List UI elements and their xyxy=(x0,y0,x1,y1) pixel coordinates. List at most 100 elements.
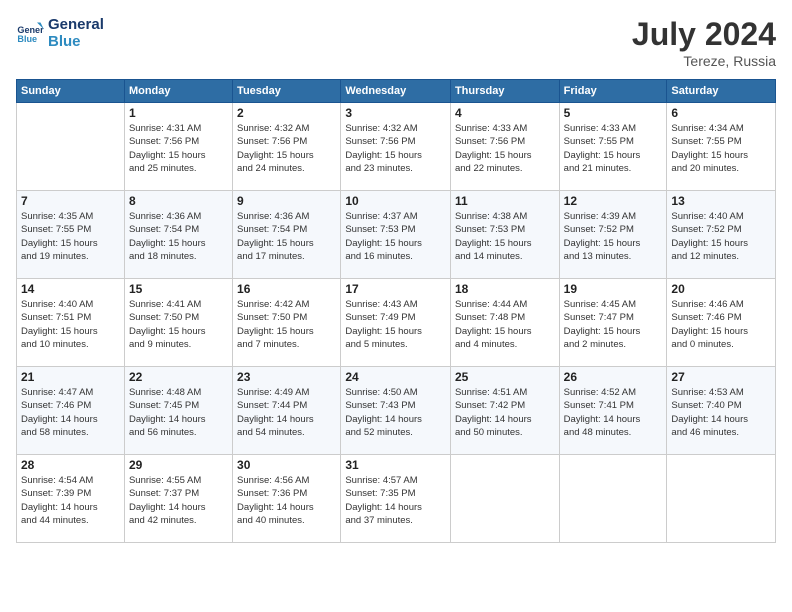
calendar-header-sunday: Sunday xyxy=(17,80,125,103)
calendar-week-row: 7Sunrise: 4:35 AM Sunset: 7:55 PM Daylig… xyxy=(17,191,776,279)
logo-general: General xyxy=(48,16,104,33)
day-info: Sunrise: 4:40 AM Sunset: 7:51 PM Dayligh… xyxy=(21,298,120,351)
calendar-header-wednesday: Wednesday xyxy=(341,80,451,103)
day-number: 23 xyxy=(237,370,336,384)
day-info: Sunrise: 4:54 AM Sunset: 7:39 PM Dayligh… xyxy=(21,474,120,527)
day-info: Sunrise: 4:41 AM Sunset: 7:50 PM Dayligh… xyxy=(129,298,228,351)
calendar-cell: 14 Sunrise: 4:40 AM Sunset: 7:51 PM Dayli… xyxy=(17,279,125,367)
day-number: 13 xyxy=(671,194,771,208)
day-number: 15 xyxy=(129,282,228,296)
day-info: Sunrise: 4:51 AM Sunset: 7:42 PM Dayligh… xyxy=(455,386,555,439)
day-number: 7 xyxy=(21,194,120,208)
calendar-cell: 9Sunrise: 4:36 AM Sunset: 7:54 PM Daylig… xyxy=(233,191,341,279)
day-number: 5 xyxy=(564,106,663,120)
day-number: 19 xyxy=(564,282,663,296)
calendar-header-saturday: Saturday xyxy=(667,80,776,103)
calendar-cell: 1Sunrise: 4:31 AM Sunset: 7:56 PM Daylig… xyxy=(124,103,232,191)
calendar-cell: 7Sunrise: 4:35 AM Sunset: 7:55 PM Daylig… xyxy=(17,191,125,279)
day-number: 26 xyxy=(564,370,663,384)
day-info: Sunrise: 4:43 AM Sunset: 7:49 PM Dayligh… xyxy=(345,298,446,351)
calendar-cell: 27 Sunrise: 4:53 AM Sunset: 7:40 PM Dayli… xyxy=(667,367,776,455)
day-number: 16 xyxy=(237,282,336,296)
day-number: 27 xyxy=(671,370,771,384)
logo: General Blue General Blue xyxy=(16,16,104,50)
calendar-cell: 5Sunrise: 4:33 AM Sunset: 7:55 PM Daylig… xyxy=(559,103,667,191)
calendar-header-monday: Monday xyxy=(124,80,232,103)
day-info: Sunrise: 4:36 AM Sunset: 7:54 PM Dayligh… xyxy=(129,210,228,263)
svg-text:Blue: Blue xyxy=(17,34,37,44)
page-header: General Blue General Blue July 2024 Tere… xyxy=(16,16,776,69)
calendar-header-row: SundayMondayTuesdayWednesdayThursdayFrid… xyxy=(17,80,776,103)
calendar-cell: 3 Sunrise: 4:32 AM Sunset: 7:56 PM Daylig… xyxy=(341,103,451,191)
calendar-header-friday: Friday xyxy=(559,80,667,103)
day-number: 14 xyxy=(21,282,120,296)
calendar-cell: 25 Sunrise: 4:51 AM Sunset: 7:42 PM Dayli… xyxy=(450,367,559,455)
day-info: Sunrise: 4:46 AM Sunset: 7:46 PM Dayligh… xyxy=(671,298,771,351)
day-info: Sunrise: 4:32 AM Sunset: 7:56 PM Dayligh… xyxy=(345,122,446,175)
calendar-cell: 29 Sunrise: 4:55 AM Sunset: 7:37 PM Dayli… xyxy=(124,455,232,543)
calendar-cell: 30 Sunrise: 4:56 AM Sunset: 7:36 PM Dayli… xyxy=(233,455,341,543)
calendar-cell: 21 Sunrise: 4:47 AM Sunset: 7:46 PM Dayli… xyxy=(17,367,125,455)
day-info: Sunrise: 4:34 AM Sunset: 7:55 PM Dayligh… xyxy=(671,122,771,175)
calendar-cell: 17 Sunrise: 4:43 AM Sunset: 7:49 PM Dayli… xyxy=(341,279,451,367)
calendar-cell: 24Sunrise: 4:50 AM Sunset: 7:43 PM Dayli… xyxy=(341,367,451,455)
day-info: Sunrise: 4:38 AM Sunset: 7:53 PM Dayligh… xyxy=(455,210,555,263)
calendar-cell xyxy=(17,103,125,191)
calendar-cell: 2Sunrise: 4:32 AM Sunset: 7:56 PM Daylig… xyxy=(233,103,341,191)
day-info: Sunrise: 4:37 AM Sunset: 7:53 PM Dayligh… xyxy=(345,210,446,263)
calendar-cell: 13 Sunrise: 4:40 AM Sunset: 7:52 PM Dayli… xyxy=(667,191,776,279)
calendar-header-thursday: Thursday xyxy=(450,80,559,103)
calendar-week-row: 1Sunrise: 4:31 AM Sunset: 7:56 PM Daylig… xyxy=(17,103,776,191)
month-year: July 2024 xyxy=(632,16,776,53)
day-info: Sunrise: 4:49 AM Sunset: 7:44 PM Dayligh… xyxy=(237,386,336,439)
day-number: 12 xyxy=(564,194,663,208)
day-info: Sunrise: 4:42 AM Sunset: 7:50 PM Dayligh… xyxy=(237,298,336,351)
day-number: 21 xyxy=(21,370,120,384)
calendar-cell: 8 Sunrise: 4:36 AM Sunset: 7:54 PM Daylig… xyxy=(124,191,232,279)
location: Tereze, Russia xyxy=(632,53,776,69)
day-number: 11 xyxy=(455,194,555,208)
calendar-cell: 20Sunrise: 4:46 AM Sunset: 7:46 PM Dayli… xyxy=(667,279,776,367)
day-info: Sunrise: 4:48 AM Sunset: 7:45 PM Dayligh… xyxy=(129,386,228,439)
day-info: Sunrise: 4:53 AM Sunset: 7:40 PM Dayligh… xyxy=(671,386,771,439)
logo-icon: General Blue xyxy=(16,19,44,47)
calendar-week-row: 28 Sunrise: 4:54 AM Sunset: 7:39 PM Dayli… xyxy=(17,455,776,543)
calendar-cell: 15 Sunrise: 4:41 AM Sunset: 7:50 PM Dayli… xyxy=(124,279,232,367)
day-number: 9 xyxy=(237,194,336,208)
logo-blue: Blue xyxy=(48,33,104,50)
calendar-cell: 16 Sunrise: 4:42 AM Sunset: 7:50 PM Dayli… xyxy=(233,279,341,367)
day-info: Sunrise: 4:44 AM Sunset: 7:48 PM Dayligh… xyxy=(455,298,555,351)
day-number: 8 xyxy=(129,194,228,208)
day-number: 24 xyxy=(345,370,446,384)
day-info: Sunrise: 4:39 AM Sunset: 7:52 PM Dayligh… xyxy=(564,210,663,263)
day-number: 10 xyxy=(345,194,446,208)
day-number: 25 xyxy=(455,370,555,384)
calendar-cell: 26 Sunrise: 4:52 AM Sunset: 7:41 PM Dayli… xyxy=(559,367,667,455)
day-info: Sunrise: 4:55 AM Sunset: 7:37 PM Dayligh… xyxy=(129,474,228,527)
day-number: 30 xyxy=(237,458,336,472)
calendar-cell: 23 Sunrise: 4:49 AM Sunset: 7:44 PM Dayli… xyxy=(233,367,341,455)
calendar-cell: 28 Sunrise: 4:54 AM Sunset: 7:39 PM Dayli… xyxy=(17,455,125,543)
day-number: 4 xyxy=(455,106,555,120)
day-info: Sunrise: 4:47 AM Sunset: 7:46 PM Dayligh… xyxy=(21,386,120,439)
day-number: 29 xyxy=(129,458,228,472)
day-number: 1 xyxy=(129,106,228,120)
calendar-table: SundayMondayTuesdayWednesdayThursdayFrid… xyxy=(16,79,776,543)
day-info: Sunrise: 4:52 AM Sunset: 7:41 PM Dayligh… xyxy=(564,386,663,439)
calendar-cell: 4Sunrise: 4:33 AM Sunset: 7:56 PM Daylig… xyxy=(450,103,559,191)
calendar-week-row: 14 Sunrise: 4:40 AM Sunset: 7:51 PM Dayli… xyxy=(17,279,776,367)
day-info: Sunrise: 4:40 AM Sunset: 7:52 PM Dayligh… xyxy=(671,210,771,263)
day-info: Sunrise: 4:45 AM Sunset: 7:47 PM Dayligh… xyxy=(564,298,663,351)
calendar-cell: 11 Sunrise: 4:38 AM Sunset: 7:53 PM Dayli… xyxy=(450,191,559,279)
day-number: 3 xyxy=(345,106,446,120)
calendar-cell: 12 Sunrise: 4:39 AM Sunset: 7:52 PM Dayli… xyxy=(559,191,667,279)
calendar-cell: 6Sunrise: 4:34 AM Sunset: 7:55 PM Daylig… xyxy=(667,103,776,191)
calendar-cell: 22Sunrise: 4:48 AM Sunset: 7:45 PM Dayli… xyxy=(124,367,232,455)
day-number: 17 xyxy=(345,282,446,296)
calendar-cell: 19 Sunrise: 4:45 AM Sunset: 7:47 PM Dayli… xyxy=(559,279,667,367)
day-number: 28 xyxy=(21,458,120,472)
calendar-cell xyxy=(667,455,776,543)
calendar-header-tuesday: Tuesday xyxy=(233,80,341,103)
calendar-cell: 18Sunrise: 4:44 AM Sunset: 7:48 PM Dayli… xyxy=(450,279,559,367)
day-info: Sunrise: 4:56 AM Sunset: 7:36 PM Dayligh… xyxy=(237,474,336,527)
